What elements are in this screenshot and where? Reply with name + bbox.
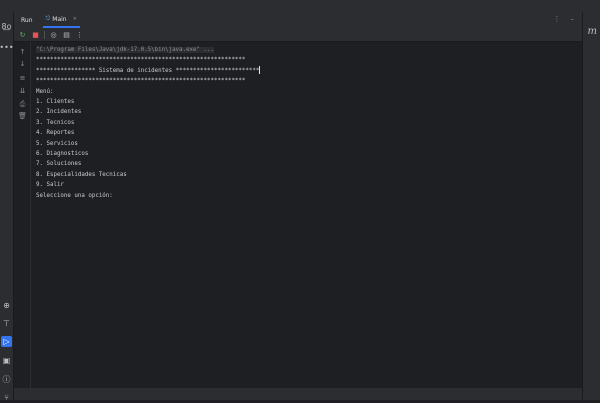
input-prompt: Seleccione una opción:: [36, 192, 113, 199]
tab-main[interactable]: ⎋ Main ×: [42, 12, 80, 28]
text-cursor: [259, 66, 261, 75]
separator-line: ****************************************…: [36, 78, 246, 85]
hide-icon[interactable]: –: [571, 15, 575, 23]
build-icon[interactable]: ⊤: [1, 318, 12, 329]
close-icon[interactable]: ×: [73, 16, 77, 22]
git-icon[interactable]: ⑂: [1, 392, 12, 403]
more-icon[interactable]: ⋮: [75, 31, 84, 39]
menu-item: 5. Servicios: [36, 140, 78, 147]
soft-wrap-icon[interactable]: ≡: [18, 74, 27, 82]
separator-line: ****************************************…: [36, 57, 246, 64]
stop-icon[interactable]: ■: [31, 31, 40, 39]
run-tool-label: Run: [21, 16, 33, 24]
run-icon[interactable]: ▷: [1, 336, 12, 347]
menu-item: 1. Clientes: [36, 99, 75, 106]
banner-line: ***************** Sistema de incidentes …: [36, 67, 260, 74]
trash-icon[interactable]: 🗑: [18, 112, 27, 120]
options-icon[interactable]: ⋮: [554, 15, 561, 23]
tab-main-label: Main: [52, 15, 67, 23]
run-tool-window-header: Run ⎋ Main × ⋮ –: [14, 12, 582, 28]
camera-icon[interactable]: ◎: [49, 31, 58, 39]
menu-item: 2. Incidentes: [36, 109, 82, 116]
layout-icon[interactable]: ▤: [62, 31, 71, 39]
menu-item: 3. Tecnicos: [36, 119, 75, 126]
problems-icon[interactable]: ⓘ: [1, 374, 12, 385]
toolbar-divider: [44, 30, 45, 39]
run-toolbar: ↻ ■ ◎ ▤ ⋮: [14, 28, 582, 42]
scroll-up-icon[interactable]: ↑: [18, 48, 27, 56]
more-icon[interactable]: •••: [0, 42, 14, 53]
scroll-end-icon[interactable]: ⇊: [18, 87, 27, 95]
menu-item: 4. Reportes: [36, 130, 75, 137]
scroll-down-icon[interactable]: ↓: [18, 60, 27, 68]
console-output[interactable]: "C:\Program Files\Java\jdk-17.0.5\bin\ja…: [31, 42, 582, 388]
status-bar: [14, 388, 582, 400]
menu-item: 6. Diagnosticos: [36, 151, 89, 158]
command-line: "C:\Program Files\Java\jdk-17.0.5\bin\ja…: [36, 47, 214, 53]
menu-item: 8. Especialidades Tecnicas: [36, 171, 127, 178]
services-icon[interactable]: ⊕: [1, 300, 12, 311]
right-tool-rail: m: [582, 12, 600, 400]
menu-title: Menú:: [36, 88, 54, 95]
terminal-icon[interactable]: ▣: [1, 355, 12, 366]
header-actions: ⋮ –: [554, 15, 575, 23]
rerun-icon[interactable]: ↻: [18, 31, 27, 39]
project-icon[interactable]: 8͟o: [1, 21, 12, 32]
print-icon[interactable]: ⎙: [18, 100, 27, 109]
console-side-toolbar: ↑ ↓ ≡ ⇊ ⎙ 🗑: [14, 42, 31, 388]
menu-item: 7. Soluciones: [36, 161, 82, 168]
m-logo-icon[interactable]: m: [588, 26, 597, 37]
left-tool-rail: 8͟o ••• ⊕ ⊤ ▷ ▣ ⓘ ⑂: [0, 12, 14, 403]
menu-item: 9. Salir: [36, 182, 64, 189]
run-config-icon: ⎋: [45, 15, 51, 22]
